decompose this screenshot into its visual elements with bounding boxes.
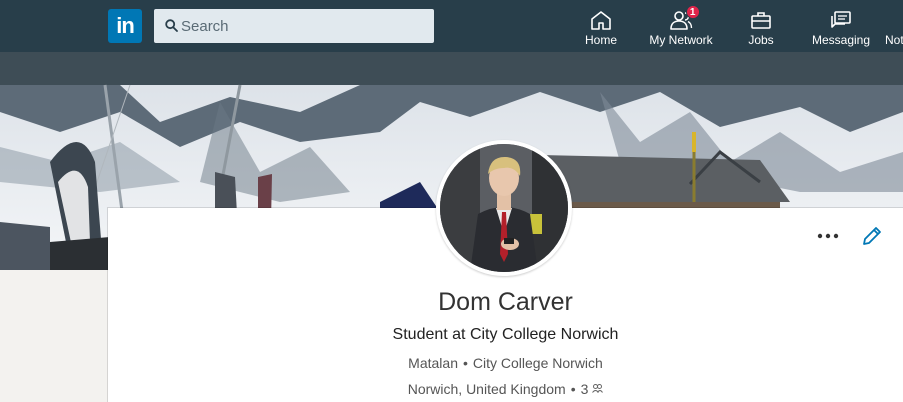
nav-notifications[interactable]: Notifications [885,0,903,52]
separator-dot: • [570,381,576,397]
profile-location: Norwich, United Kingdom [407,381,566,397]
connections-icon [592,384,604,393]
search-input[interactable] [181,9,429,43]
briefcase-icon [751,12,771,29]
messaging-icon [831,11,851,28]
edit-profile-button[interactable] [860,224,884,248]
nav-notifications-label: Notifications [885,33,903,47]
more-icon [817,233,839,239]
nav-messaging-label: Messaging [811,33,871,47]
network-notification-badge: 1 [685,5,700,19]
nav-my-network-label: My Network [649,33,713,47]
search-box[interactable] [154,9,434,43]
nav-my-network[interactable]: 1 My Network [642,0,720,52]
top-nav: in Home 1 My Network Jobs [0,0,903,52]
pencil-icon [863,227,881,245]
nav-home[interactable]: Home [576,0,626,52]
current-company-link[interactable]: Matalan [408,355,458,371]
nav-messaging[interactable]: Messaging [808,0,874,52]
separator-dot: • [462,355,468,371]
nav-jobs[interactable]: Jobs [738,0,784,52]
profile-location-connections: Norwich, United Kingdom • 3 [108,381,903,397]
linkedin-logo[interactable]: in [108,9,142,43]
profile-company-school: Matalan • City College Norwich [108,355,903,371]
connections-count[interactable]: 3 [581,381,589,397]
home-icon [591,11,611,30]
profile-name: Dom Carver [438,288,573,316]
profile-photo[interactable] [436,140,572,276]
profile-headline: Student at City College Norwich [392,326,619,343]
school-link[interactable]: City College Norwich [473,355,603,371]
search-icon [165,19,178,32]
nav-home-label: Home [584,33,617,47]
more-actions-button[interactable] [816,226,840,246]
nav-jobs-label: Jobs [748,33,774,47]
